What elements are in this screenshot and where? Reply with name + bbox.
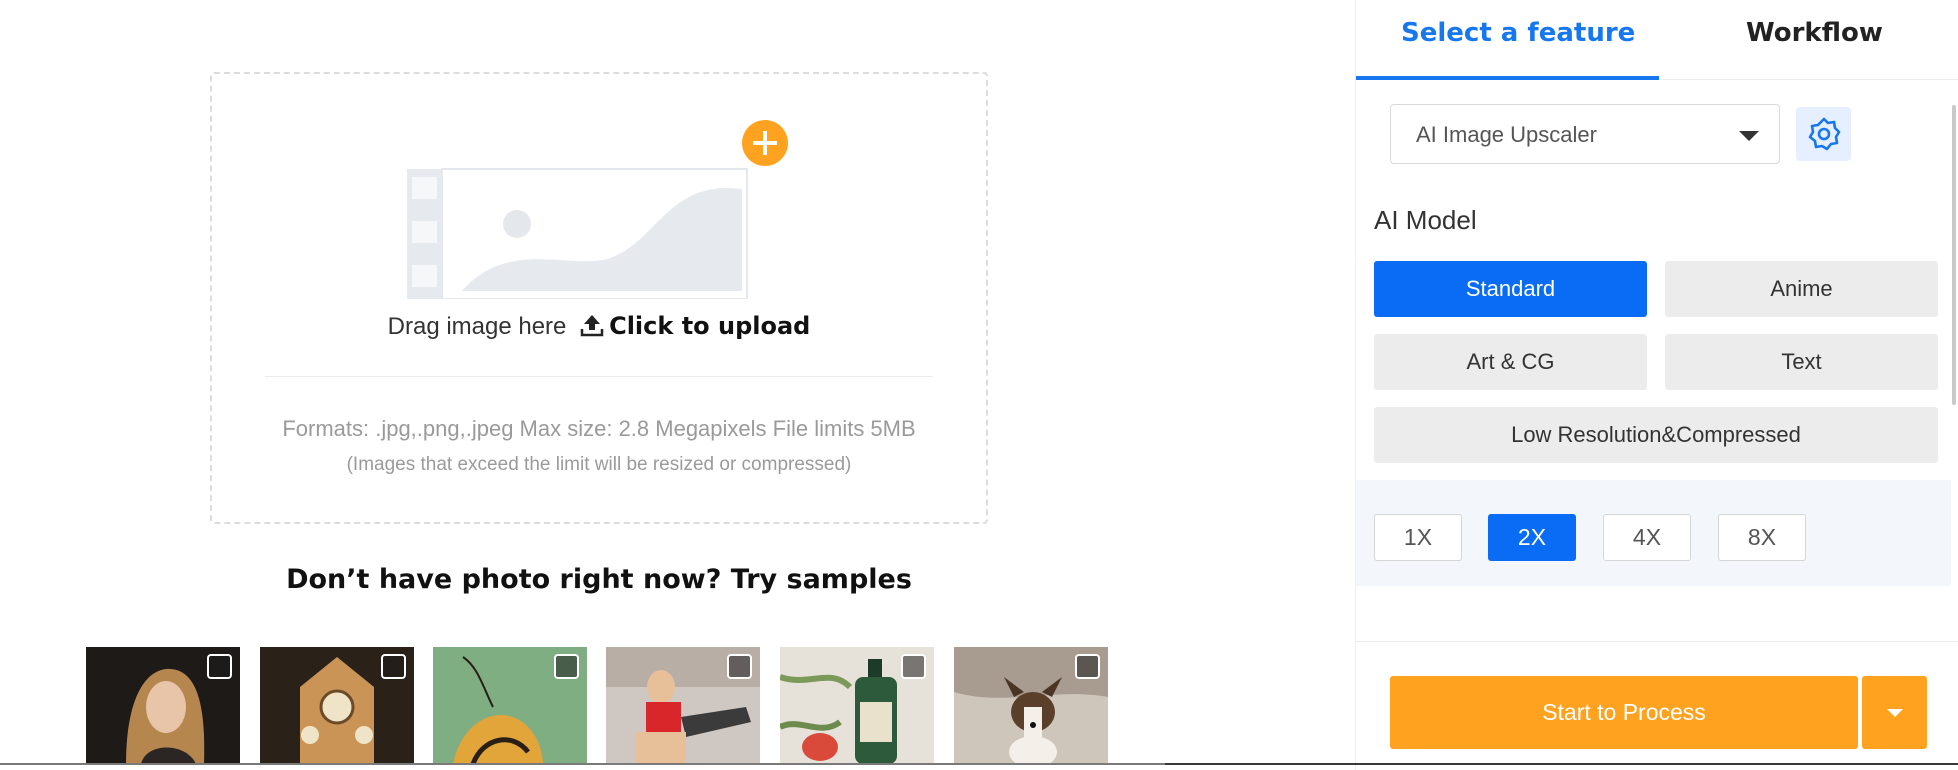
drag-text: Drag image here — [387, 313, 567, 340]
sample-checkbox[interactable] — [901, 654, 926, 679]
model-standard-button[interactable]: Standard — [1374, 261, 1647, 317]
panel-scrollbar[interactable] — [1952, 105, 1956, 405]
sample-checkbox[interactable] — [207, 654, 232, 679]
gear-icon — [1808, 117, 1841, 151]
formats-info: Formats: .jpg,.png,.jpeg Max size: 2.8 M… — [282, 416, 916, 441]
sample-dog[interactable] — [954, 647, 1108, 764]
model-art-cg-button[interactable]: Art & CG — [1374, 334, 1647, 390]
divider — [265, 376, 933, 377]
scale-1x-button[interactable]: 1X — [1374, 514, 1462, 561]
active-tab-indicator — [1356, 76, 1659, 80]
sample-woman-portrait[interactable] — [86, 647, 240, 764]
page-bottom-rule-dark — [1165, 763, 1958, 765]
upload-icon[interactable] — [579, 312, 605, 338]
tab-workflow[interactable]: Workflow — [1746, 18, 1883, 48]
sample-checkbox[interactable] — [727, 654, 752, 679]
ai-model-label: AI Model — [1374, 205, 1477, 235]
start-process-button[interactable]: Start to Process — [1390, 676, 1858, 749]
settings-button[interactable] — [1796, 107, 1851, 161]
upload-instructions: Drag image here Click to upload — [212, 312, 986, 341]
plus-icon[interactable] — [740, 118, 790, 168]
feature-select[interactable]: AI Image Upscaler — [1390, 104, 1780, 164]
process-options-button[interactable] — [1862, 676, 1927, 749]
sample-clock-tower[interactable] — [260, 647, 414, 764]
upload-dropzone[interactable]: Drag image here Click to upload Formats:… — [210, 72, 988, 524]
sample-checkbox[interactable] — [554, 654, 579, 679]
panel-tabs: Select a feature Workflow — [1356, 0, 1958, 80]
feature-select-value: AI Image Upscaler — [1416, 122, 1597, 147]
click-to-upload-link[interactable]: Click to upload — [609, 312, 810, 340]
model-text-button[interactable]: Text — [1665, 334, 1938, 390]
footer-divider — [1356, 641, 1958, 642]
model-low-resolution-button[interactable]: Low Resolution&Compressed — [1374, 407, 1938, 463]
formats-note: (Images that exceed the limit will be re… — [346, 454, 852, 475]
settings-panel: Select a feature Workflow AI Image Upsca… — [1355, 0, 1958, 770]
sample-cosmetic-bottle[interactable] — [780, 647, 934, 764]
sample-checkbox[interactable] — [381, 654, 406, 679]
scale-2x-button[interactable]: 2X — [1488, 514, 1576, 561]
tab-select-feature[interactable]: Select a feature — [1401, 18, 1635, 48]
scale-4x-button[interactable]: 4X — [1603, 514, 1691, 561]
sample-checkbox[interactable] — [1075, 654, 1100, 679]
chevron-down-icon — [1887, 709, 1903, 717]
image-placeholder-illustration — [407, 168, 748, 299]
sample-butterfly[interactable] — [433, 647, 587, 764]
samples-title: Don’t have photo right now? Try samples — [286, 564, 912, 595]
sample-fitness-woman[interactable] — [606, 647, 760, 764]
scale-8x-button[interactable]: 8X — [1718, 514, 1806, 561]
model-anime-button[interactable]: Anime — [1665, 261, 1938, 317]
chevron-down-icon — [1739, 131, 1759, 141]
